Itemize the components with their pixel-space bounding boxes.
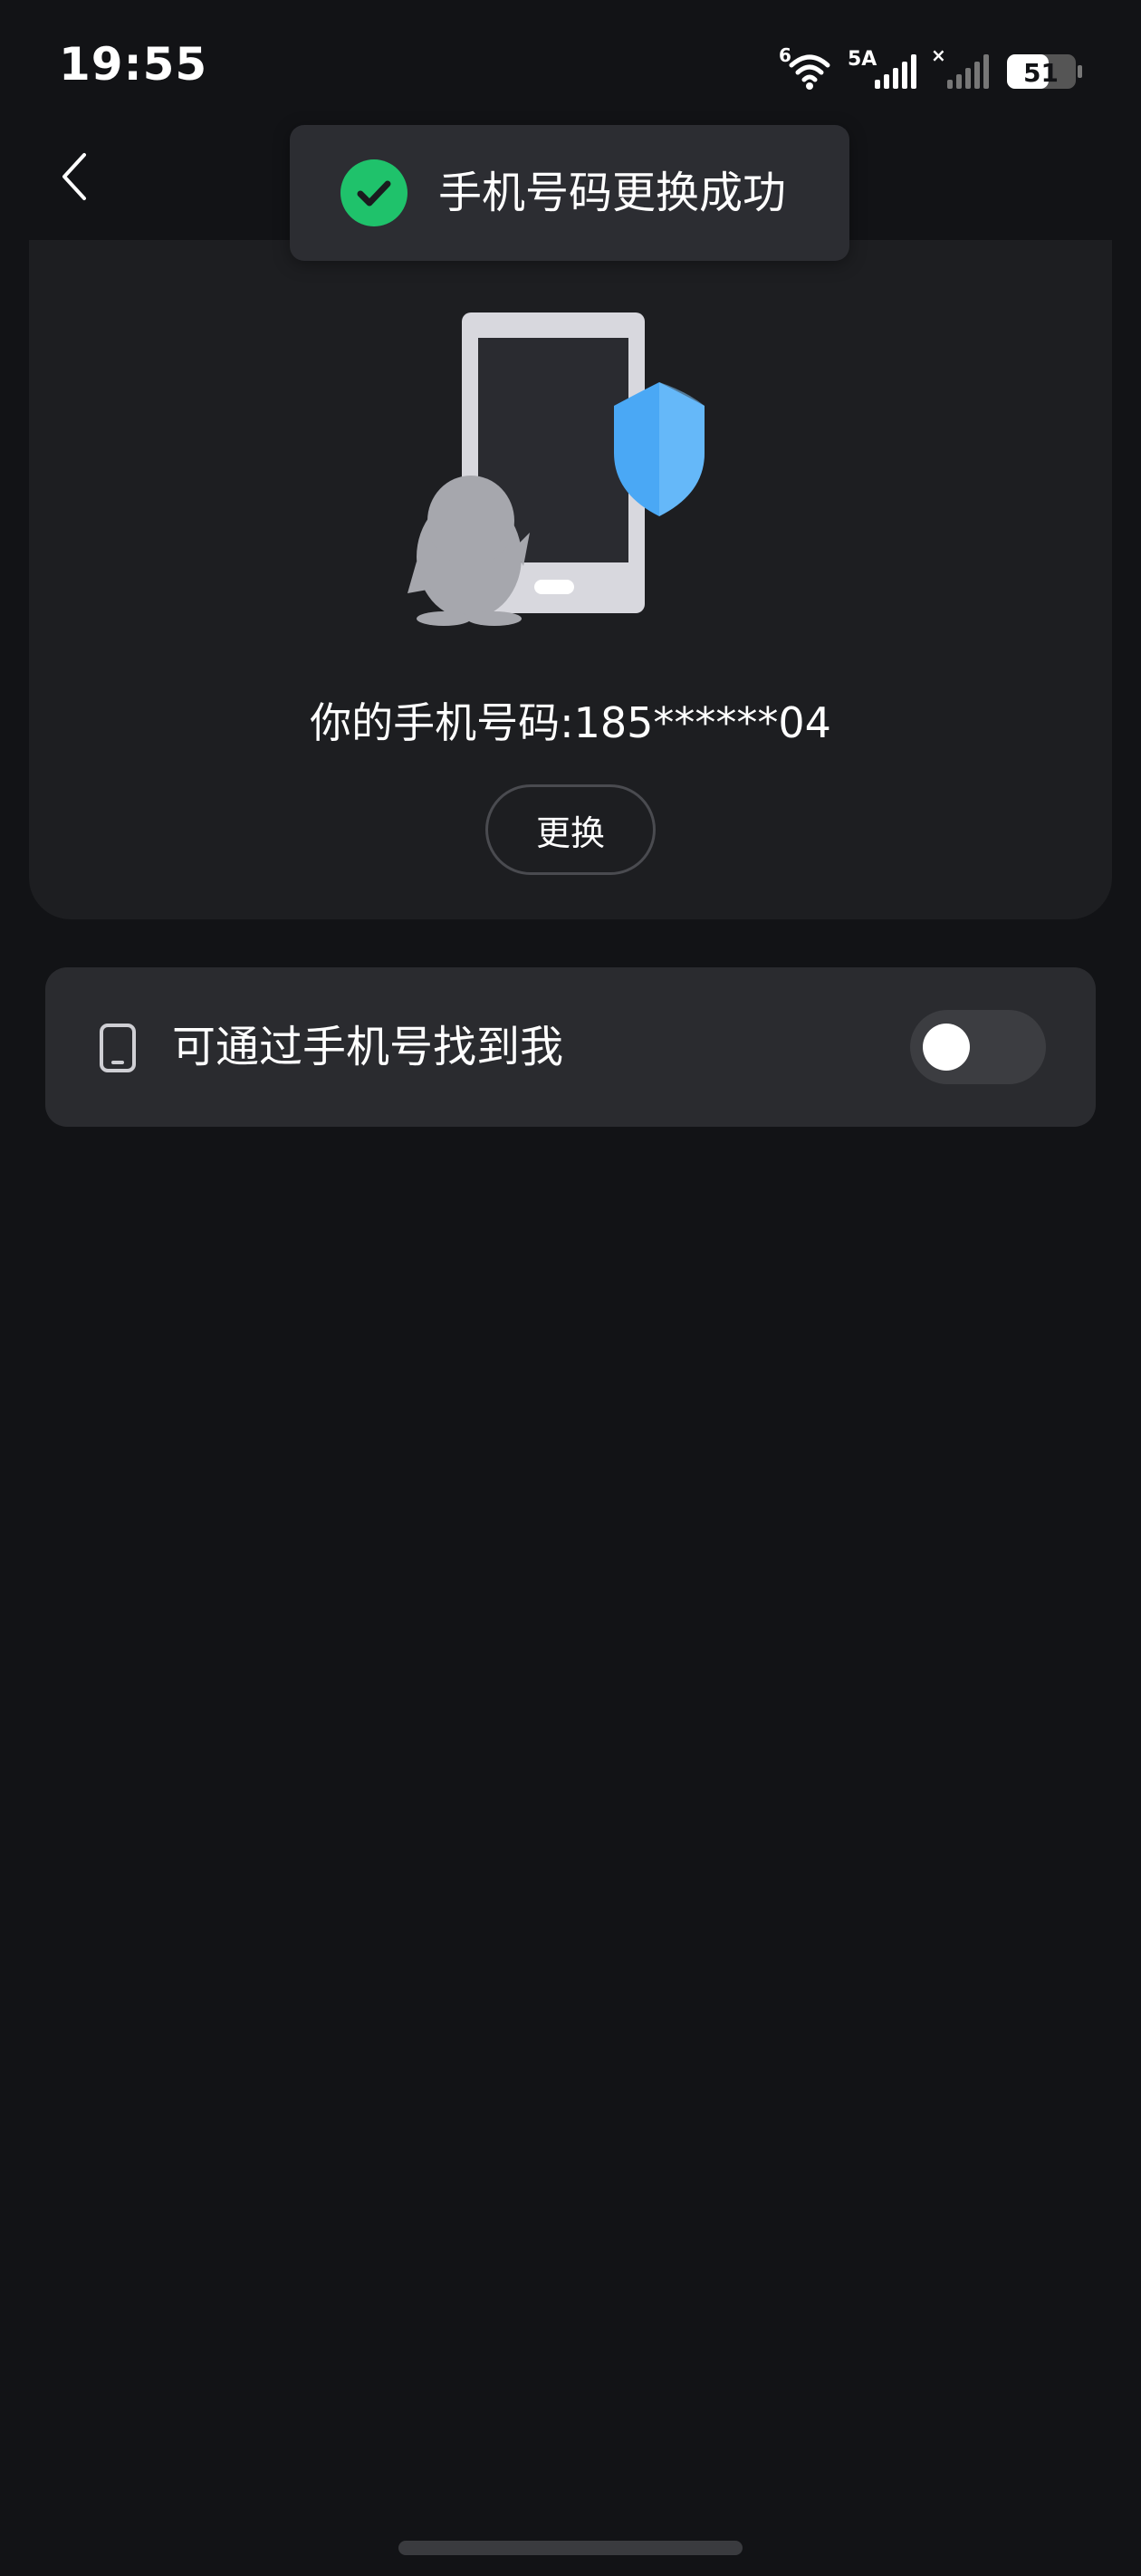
phone-number-text: 你的手机号码:185******04 (310, 698, 831, 747)
success-toast: 手机号码更换成功 (290, 125, 849, 261)
battery-icon: 51 (1007, 54, 1082, 89)
home-indicator[interactable] (398, 2541, 743, 2555)
wifi-badge: 6 (779, 45, 791, 66)
status-time: 19:55 (59, 38, 208, 91)
cellular-signal-icon: 5A (848, 48, 916, 89)
find-by-phone-toggle[interactable] (910, 1010, 1046, 1084)
check-circle-icon (340, 159, 408, 226)
status-icons: 6 5A × 51 (779, 44, 1087, 94)
no-signal-icon: × (931, 44, 989, 89)
chevron-left-icon (62, 153, 86, 200)
change-phone-button[interactable]: 更换 (485, 784, 656, 875)
svg-text:×: × (931, 45, 946, 66)
phone-icon (100, 1024, 136, 1072)
toast-message: 手机号码更换成功 (438, 168, 787, 218)
back-button[interactable] (43, 145, 107, 208)
status-bar: 19:55 6 5A × 51 (0, 0, 1141, 127)
toggle-knob (923, 1024, 970, 1071)
battery-level: 51 (1023, 58, 1059, 88)
find-by-phone-label: 可通过手机号找到我 (172, 1022, 564, 1072)
wifi-icon: 6 (779, 44, 830, 90)
network-label: 5A (848, 48, 877, 71)
find-by-phone-row[interactable]: 可通过手机号找到我 (45, 967, 1096, 1127)
phone-shield-penguin-illustration (398, 299, 724, 634)
